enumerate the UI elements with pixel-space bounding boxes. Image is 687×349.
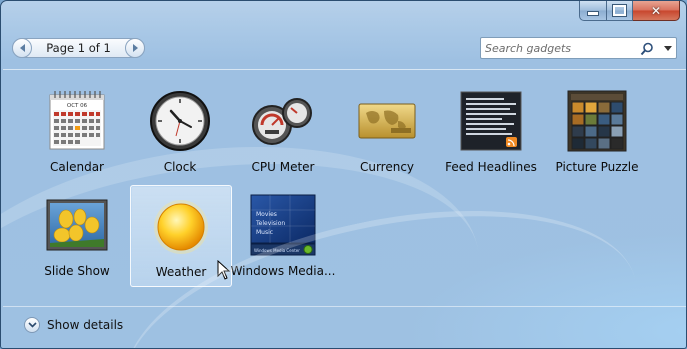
gadget-clock[interactable]: Clock (130, 70, 230, 174)
show-details-label[interactable]: Show details (47, 318, 123, 332)
gadget-label: Windows Media... (230, 264, 336, 278)
media-footer-text: Windows Media Center (254, 248, 300, 253)
chevron-down-icon[interactable] (24, 317, 40, 333)
arrow-right-icon (132, 44, 138, 52)
media-line-television: Television (255, 220, 285, 227)
weather-icon (148, 194, 214, 260)
currency-icon (354, 88, 420, 154)
next-page-button[interactable] (125, 38, 145, 58)
gadget-currency[interactable]: Currency (337, 70, 437, 174)
search-icon[interactable] (640, 42, 654, 56)
search-dropdown-icon[interactable] (664, 46, 672, 51)
gadget-cpu-meter[interactable]: CPU Meter (233, 70, 333, 174)
gadget-label: Picture Puzzle (555, 160, 639, 174)
picture-puzzle-icon (564, 88, 630, 154)
page-indicator: Page 1 of 1 (46, 41, 111, 55)
maximize-icon (612, 4, 627, 17)
minimize-button[interactable] (579, 1, 607, 21)
gadget-label: Clock (163, 160, 197, 174)
gadget-slide-show[interactable]: Slide Show (27, 174, 127, 278)
search-box (480, 37, 677, 59)
previous-page-button[interactable] (12, 38, 32, 58)
gadget-feed-headlines[interactable]: Feed Headlines (441, 70, 541, 174)
page-navigator: Page 1 of 1 (12, 38, 145, 58)
gadget-windows-media-center[interactable]: Movies Television Music Windows Media Ce… (231, 174, 335, 278)
gadget-grid: OCT 06 Calendar Clock CPU Meter Currency… (3, 69, 686, 307)
gadget-label: Calendar (50, 160, 104, 174)
close-button[interactable]: ✕ (633, 1, 680, 21)
media-line-music: Music (256, 229, 273, 236)
calendar-month-label: OCT 06 (67, 103, 88, 109)
media-line-movies: Movies (256, 211, 277, 218)
gadget-calendar[interactable]: OCT 06 Calendar (27, 70, 127, 174)
cpu-meter-icon (250, 88, 316, 154)
gadget-label: Slide Show (44, 264, 110, 278)
arrow-left-icon (19, 44, 25, 52)
footer-bar: Show details (1, 304, 686, 348)
calendar-icon: OCT 06 (44, 88, 110, 154)
gadget-label: CPU Meter (251, 160, 315, 174)
search-input[interactable] (485, 40, 635, 56)
mouse-cursor-icon (217, 260, 231, 280)
close-icon: ✕ (650, 3, 662, 18)
windows-media-center-icon: Movies Television Music Windows Media Ce… (250, 192, 316, 258)
gadget-gallery-window: ✕ Page 1 of 1 Search gadgets OCT 06 Cale… (0, 0, 687, 349)
maximize-button[interactable] (607, 1, 633, 21)
feed-headlines-icon (458, 88, 524, 154)
gadget-picture-puzzle[interactable]: Picture Puzzle (547, 70, 647, 174)
show-details-toggle[interactable]: Show details (24, 317, 123, 333)
gadget-label: Currency (359, 160, 415, 174)
gadget-label: Feed Headlines (445, 160, 537, 174)
minimize-icon (587, 11, 599, 16)
clock-icon (147, 88, 213, 154)
caption-buttons: ✕ (579, 1, 680, 21)
slide-show-icon (44, 192, 110, 258)
